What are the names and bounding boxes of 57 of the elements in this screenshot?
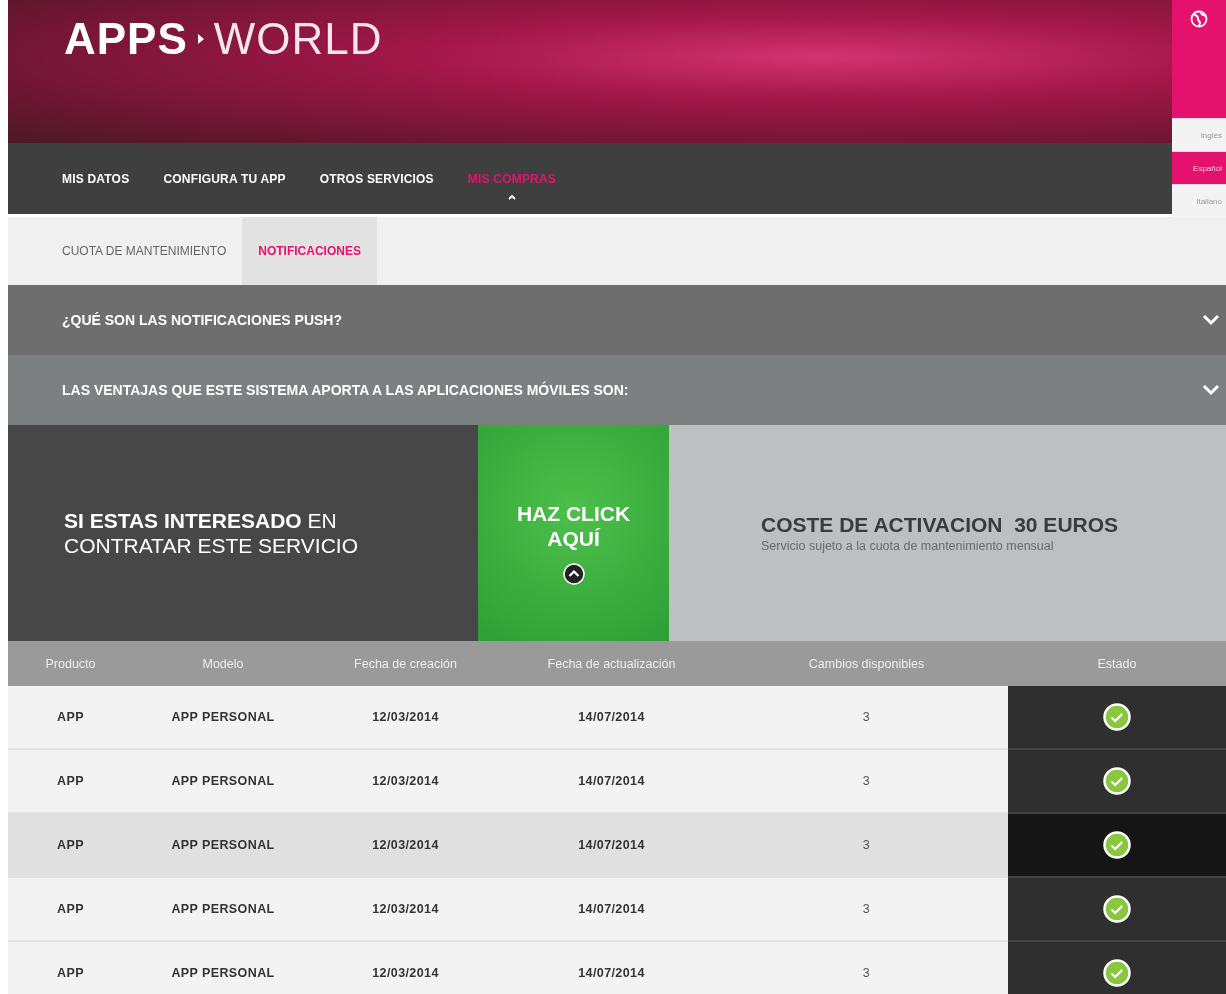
table-cell: 14/07/2014 [498, 686, 725, 750]
globe-icon[interactable] [1190, 10, 1208, 28]
table-cell: 14/07/2014 [498, 814, 725, 878]
sub-tab[interactable]: CUOTA DE MANTENIMIENTO [46, 217, 243, 285]
table-cell: 12/03/2014 [313, 750, 498, 814]
table-cell: 12/03/2014 [313, 814, 498, 878]
table-cell: 14/07/2014 [498, 750, 725, 814]
language-option[interactable]: Español [1172, 151, 1226, 184]
nav-tab[interactable]: MIS DATOS [62, 171, 130, 186]
table-cell: APP PERSONAL [133, 814, 313, 878]
price-note: Servicio sujeto a la cuota de mantenimiento mensual [761, 539, 1055, 553]
chevron-icon [1202, 384, 1220, 396]
table-cell: APP [8, 878, 133, 942]
logo[interactable]: APPS WORLD [64, 14, 383, 64]
nav-tab[interactable]: OTROS SERVICIOS [319, 171, 434, 186]
table-cell: 3 [725, 878, 1008, 942]
nav-tab[interactable]: MIS COMPRAS [467, 171, 557, 186]
column-header: Fecha de actualización [498, 641, 725, 686]
table-cell: APP PERSONAL [133, 878, 313, 942]
check-circle-icon [1103, 831, 1131, 859]
column-header: Estado [1008, 641, 1226, 686]
accordion-header[interactable]: LAS VENTAJAS QUE ESTE SISTEMA APORTA A LAS APLICACIONES MÓVILES SON: [8, 355, 1226, 425]
nav-tab[interactable]: CONFIGURA TU APP [163, 171, 286, 186]
table-cell: 3 [725, 942, 1008, 994]
table-cell: 3 [725, 750, 1008, 814]
language-option[interactable]: Inglés [1172, 118, 1226, 151]
table-cell: 12/03/2014 [313, 878, 498, 942]
language-option[interactable]: Italiano [1172, 184, 1226, 217]
accordion-header[interactable]: ¿QUÉ SON LAS NOTIFICACIONES PUSH? [8, 285, 1226, 355]
promo-message: SI ESTAS INTERESADO EN CONTRATAR ESTE SERVICIO [64, 508, 360, 558]
table-cell: 12/03/2014 [313, 686, 498, 750]
table-cell: APP [8, 942, 133, 994]
table-cell: APP [8, 814, 133, 878]
column-header: Modelo [133, 641, 313, 686]
column-header: Cambios disponibles [725, 641, 1008, 686]
table-cell: APP PERSONAL [133, 942, 313, 994]
table-cell: APP PERSONAL [133, 750, 313, 814]
chevron-up-circle-icon[interactable] [562, 563, 585, 585]
table-cell: 12/03/2014 [313, 942, 498, 994]
chevron-icon [1202, 314, 1220, 326]
table-cell: 3 [725, 686, 1008, 750]
check-circle-icon [1103, 703, 1131, 731]
table-cell: 14/07/2014 [498, 942, 725, 994]
caret-icon [507, 193, 516, 200]
column-header: Producto [8, 641, 133, 686]
column-header: Fecha de creación [313, 641, 498, 686]
price-title: COSTE DE ACTIVACION 30 EUROS [761, 513, 1120, 537]
table-cell: 14/07/2014 [498, 878, 725, 942]
table-cell: APP [8, 750, 133, 814]
sub-tab[interactable]: NOTIFICACIONES [242, 217, 377, 285]
table-cell: APP [8, 686, 133, 750]
cta-link[interactable]: HAZ CLICK AQUÍ [513, 501, 634, 551]
check-circle-icon [1103, 767, 1131, 795]
check-circle-icon [1103, 895, 1131, 923]
table-cell: 3 [725, 814, 1008, 878]
check-circle-icon [1103, 959, 1131, 987]
table-cell: APP PERSONAL [133, 686, 313, 750]
